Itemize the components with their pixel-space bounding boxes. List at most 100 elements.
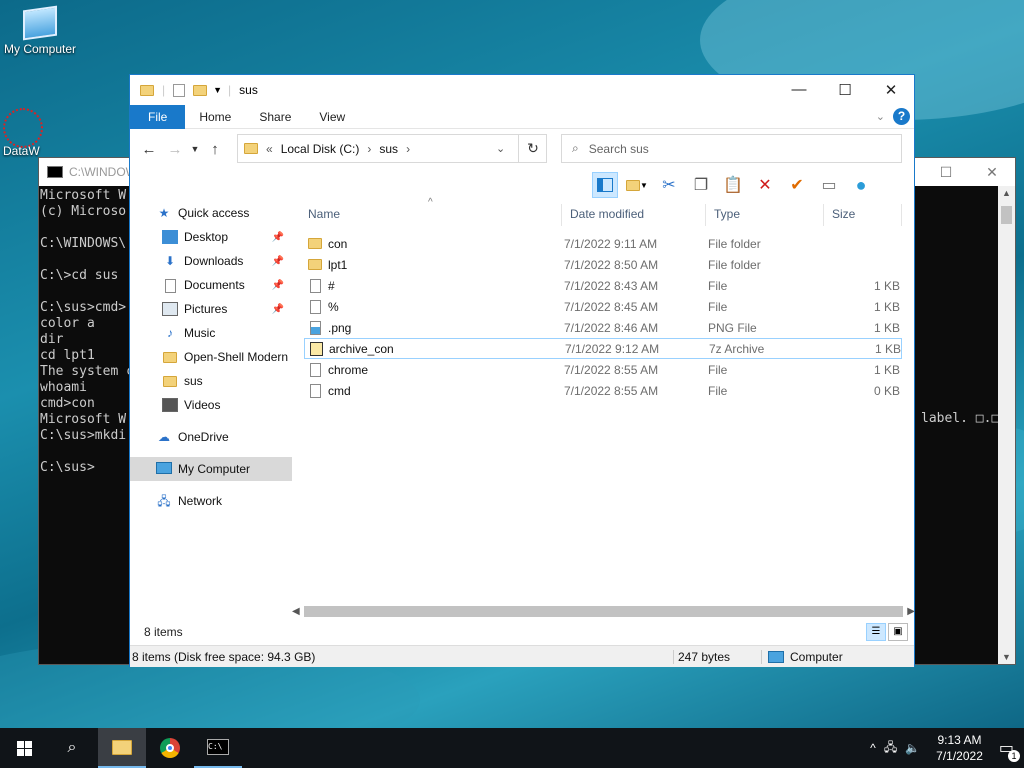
nav-my-computer[interactable]: My Computer	[130, 457, 292, 481]
clock[interactable]: 9:13 AM 7/1/2022	[928, 732, 991, 764]
new-folder-icon[interactable]	[193, 84, 208, 96]
desktop-icon-dataw[interactable]: DataW	[0, 108, 43, 158]
nav-pictures[interactable]: Pictures 📌	[130, 297, 292, 321]
cut-icon[interactable]: ✂	[656, 172, 682, 198]
computer-icon	[23, 5, 57, 41]
file-row[interactable]: % 7/1/2022 8:45 AM File 1 KB	[304, 296, 902, 317]
back-icon[interactable]: ←	[136, 141, 162, 158]
chevron-down-icon[interactable]: ▼	[213, 85, 222, 95]
search-input[interactable]: ⌕ Search sus	[561, 134, 902, 163]
nav-label: sus	[184, 374, 203, 388]
scroll-thumb[interactable]	[303, 606, 904, 617]
nav-documents[interactable]: Documents 📌	[130, 273, 292, 297]
file-row[interactable]: archive_con 7/1/2022 9:12 AM 7z Archive …	[304, 338, 902, 359]
video-icon	[162, 398, 178, 412]
header-size[interactable]: Size	[824, 204, 902, 226]
minimize-button[interactable]: —	[776, 81, 822, 99]
address-prefix[interactable]: «	[266, 142, 273, 156]
nav-downloads[interactable]: ⬇ Downloads 📌	[130, 249, 292, 273]
file-icon	[309, 362, 321, 377]
rename-icon[interactable]: ▭	[816, 172, 842, 198]
nav-label: OneDrive	[178, 430, 229, 444]
tab-share[interactable]: Share	[245, 105, 305, 129]
tab-view[interactable]: View	[305, 105, 359, 129]
recent-locations-icon[interactable]: ▼	[188, 144, 202, 154]
address-dropdown-icon[interactable]: ⌄	[496, 142, 505, 155]
tab-home[interactable]: Home	[185, 105, 245, 129]
horizontal-scrollbar[interactable]: ◀ ▶	[292, 603, 915, 620]
volume-icon[interactable]: 🔈	[905, 741, 920, 755]
header-type[interactable]: Type	[706, 204, 824, 226]
notification-icon[interactable]: ▭ 1	[999, 738, 1020, 762]
desktop-icon-my-computer[interactable]: My Computer	[0, 5, 80, 56]
shell-globe-icon[interactable]: ●	[848, 172, 874, 198]
nav-videos[interactable]: Videos	[130, 393, 292, 417]
large-icons-view-icon[interactable]: ▣	[888, 623, 908, 641]
breadcrumb-separator-icon[interactable]: ›	[367, 142, 371, 156]
taskbar-file-explorer[interactable]	[98, 728, 146, 768]
expand-ribbon-icon[interactable]: ⌄	[876, 110, 885, 123]
file-name: #	[328, 278, 335, 293]
download-icon: ⬇	[164, 254, 176, 268]
nav-onedrive[interactable]: ☁ OneDrive	[130, 425, 292, 449]
nav-desktop[interactable]: Desktop 📌	[130, 225, 292, 249]
taskbar-cmd[interactable]: C:\	[194, 728, 242, 768]
refresh-button[interactable]: ↻	[518, 134, 547, 163]
cmd-scrollbar[interactable]: ▲ ▼	[998, 186, 1015, 664]
clock-time: 9:13 AM	[937, 733, 982, 747]
up-icon[interactable]: ↑	[202, 141, 228, 158]
nav-sus[interactable]: sus	[130, 369, 292, 393]
file-row[interactable]: .png 7/1/2022 8:46 AM PNG File 1 KB	[304, 317, 902, 338]
nav-network[interactable]: 🖧 Network	[130, 489, 292, 513]
file-row[interactable]: # 7/1/2022 8:43 AM File 1 KB	[304, 275, 902, 296]
nav-quick-access[interactable]: ★ Quick access	[130, 201, 292, 225]
cmd-icon: C:\	[207, 739, 229, 755]
file-name: cmd	[328, 383, 351, 398]
cmd-icon	[47, 166, 63, 178]
breadcrumb-separator-icon[interactable]: ›	[406, 142, 410, 156]
scroll-thumb[interactable]	[1001, 206, 1012, 224]
scroll-left-icon[interactable]: ◀	[292, 606, 300, 617]
file-size: 1 KB	[873, 362, 900, 377]
help-icon[interactable]: ?	[893, 108, 910, 125]
chevron-up-icon[interactable]: ^	[870, 741, 876, 755]
cmd-close-button[interactable]: ✕	[969, 164, 1015, 181]
folder-icon	[308, 259, 322, 270]
nav-music[interactable]: ♪ Music	[130, 321, 292, 345]
copy-icon[interactable]: ❐	[688, 172, 714, 198]
close-button[interactable]: ✕	[868, 81, 914, 99]
file-row[interactable]: cmd 7/1/2022 8:55 AM File 0 KB	[304, 380, 902, 401]
search-button[interactable]: ⌕	[48, 728, 96, 768]
file-row[interactable]: chrome 7/1/2022 8:55 AM File 1 KB	[304, 359, 902, 380]
start-button[interactable]	[0, 728, 48, 768]
network-icon[interactable]: 🖧	[884, 738, 897, 759]
scroll-up-icon[interactable]: ▲	[998, 188, 1015, 198]
address-bar[interactable]: « Local Disk (C:) › sus › ⌄	[237, 134, 547, 163]
header-date[interactable]: Date modified	[562, 204, 706, 226]
file-row[interactable]: lpt1 7/1/2022 8:50 AM File folder	[304, 254, 902, 275]
pin-icon: 📌	[271, 303, 284, 315]
properties-icon[interactable]	[173, 83, 186, 97]
details-view-icon[interactable]: ☰	[866, 623, 886, 641]
breadcrumb-drive[interactable]: Local Disk (C:)	[281, 142, 360, 156]
explorer-titlebar[interactable]: | ▼ | sus — ☐ ✕	[130, 75, 914, 105]
tab-file[interactable]: File	[130, 104, 186, 129]
maximize-button[interactable]: ☐	[822, 81, 868, 99]
taskbar-chrome[interactable]	[146, 728, 194, 768]
nav-open-shell[interactable]: Open-Shell Modern	[130, 345, 292, 369]
folder-options-icon[interactable]: ▼	[624, 172, 650, 198]
paste-icon[interactable]: 📋	[720, 172, 746, 198]
delete-icon[interactable]: ✕	[752, 172, 778, 198]
forward-icon[interactable]: →	[162, 141, 188, 158]
explorer-window[interactable]: | ▼ | sus — ☐ ✕ File Home Share View ⌄ ?…	[129, 74, 915, 667]
file-date: 7/1/2022 8:46 AM	[564, 320, 659, 335]
file-row[interactable]: con 7/1/2022 9:11 AM File folder	[304, 233, 902, 254]
navigation-pane-icon[interactable]	[592, 172, 618, 198]
scroll-right-icon[interactable]: ▶	[907, 606, 915, 617]
breadcrumb-folder[interactable]: sus	[379, 142, 398, 156]
properties-check-icon[interactable]: ✔	[784, 172, 810, 198]
file-type: 7z Archive	[709, 341, 765, 356]
cmd-maximize-button[interactable]: ☐	[923, 164, 969, 181]
scroll-down-icon[interactable]: ▼	[998, 652, 1015, 662]
nav-label: Open-Shell Modern	[184, 350, 288, 364]
